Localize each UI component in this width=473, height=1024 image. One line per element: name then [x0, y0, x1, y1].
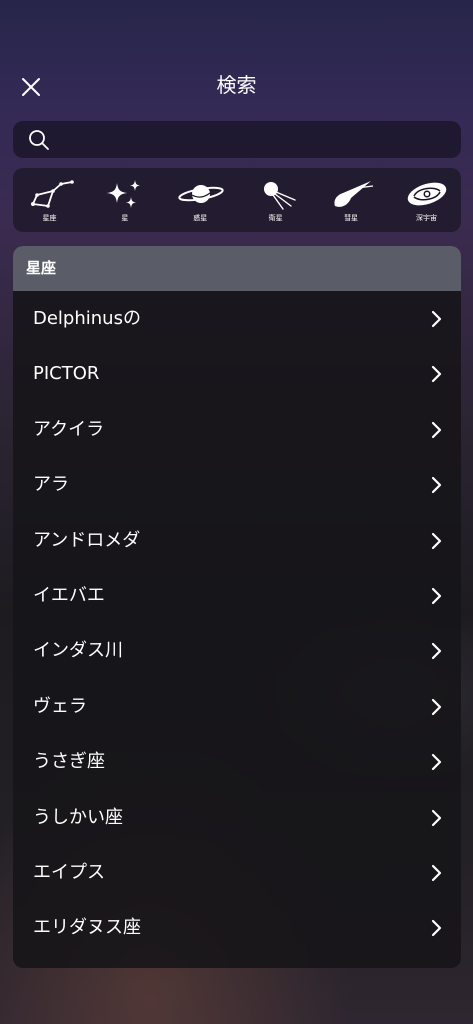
search-bar[interactable]: [13, 121, 461, 158]
list-item-label: イエバエ: [33, 584, 105, 606]
chevron-right-icon: [431, 532, 442, 549]
list-item-label: うさぎ座: [33, 751, 105, 773]
list-item[interactable]: エイプス: [13, 845, 461, 900]
list-item[interactable]: アンドロメダ: [13, 513, 461, 568]
constellation-icon: [31, 180, 74, 208]
category-planets[interactable]: 惑星: [168, 168, 233, 232]
category-comets[interactable]: 彗星: [319, 168, 384, 232]
chevron-right-icon: [431, 920, 442, 937]
section-header: 星座: [13, 246, 461, 291]
category-label: 衛星: [268, 214, 283, 222]
chevron-right-icon: [431, 310, 442, 328]
list-item-label: PICTOR: [33, 363, 100, 385]
list-item-label: うしかい座: [33, 806, 123, 828]
chevron-right-icon: [431, 809, 442, 826]
header: 検索: [0, 60, 473, 110]
chevron-right-icon: [431, 864, 442, 882]
category-bar: 星座 星 惑星 衛星 彗星 深宇宙: [13, 168, 461, 232]
satellite-icon: [264, 182, 296, 210]
category-satellites[interactable]: 衛星: [243, 168, 308, 232]
chevron-right-icon: [431, 587, 442, 605]
chevron-right-icon: [431, 754, 442, 771]
category-stars[interactable]: 星: [92, 168, 157, 232]
planet-icon: [178, 185, 224, 203]
chevron-right-icon: [431, 421, 442, 438]
search-input[interactable]: [61, 125, 451, 154]
results-list: 星座 Delphinusの PICTOR アクイラ アラ アンドロメダ イエバエ…: [13, 246, 461, 968]
list-item-label: エリダヌス座: [33, 917, 141, 939]
chevron-right-icon: [431, 477, 442, 494]
list-item[interactable]: アラ: [13, 457, 461, 512]
category-label: 深宇宙: [415, 214, 437, 222]
list-item[interactable]: ヴェラ: [13, 679, 461, 734]
list-item[interactable]: PICTOR: [13, 346, 461, 401]
list-item[interactable]: アクイラ: [13, 402, 461, 457]
comet-icon: [334, 181, 373, 207]
list-item-label: アンドロメダ: [33, 529, 141, 551]
stars-icon: [107, 180, 141, 208]
list-item[interactable]: うさぎ座: [13, 734, 461, 789]
list-item-label: Delphinusの: [33, 308, 141, 329]
chevron-right-icon: [431, 643, 442, 660]
category-label: 彗星: [344, 214, 359, 222]
page-title: 検索: [216, 73, 257, 97]
category-deep-space[interactable]: 深宇宙: [394, 168, 459, 232]
chevron-right-icon: [431, 698, 442, 715]
list-item-label: アクイラ: [33, 418, 105, 440]
category-label: 惑星: [193, 214, 208, 222]
galaxy-icon: [407, 182, 447, 206]
chevron-right-icon: [431, 366, 442, 383]
category-label: 星座: [42, 214, 57, 222]
category-label: 星: [121, 214, 129, 222]
list-item[interactable]: うしかい座: [13, 790, 461, 845]
list-item[interactable]: イエバエ: [13, 568, 461, 623]
list-item-label: エイプス: [33, 861, 105, 883]
list-item[interactable]: エリダヌス座: [13, 900, 461, 955]
search-icon: [29, 130, 49, 150]
list-item-label: アラ: [33, 474, 69, 496]
category-constellation[interactable]: 星座: [17, 168, 82, 232]
list-item-label: インダス川: [33, 640, 123, 662]
list-item-label: ヴェラ: [33, 695, 87, 717]
list-item[interactable]: Delphinusの: [13, 291, 461, 346]
list-item[interactable]: インダス川: [13, 623, 461, 678]
